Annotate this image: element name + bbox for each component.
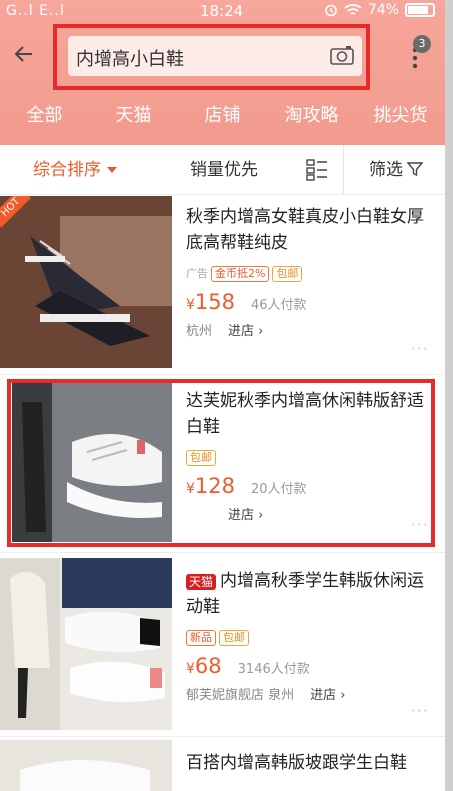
item-title-text: 内增高秋季学生韩版休闲运动鞋 xyxy=(186,571,425,617)
product-image[interactable] xyxy=(0,558,172,730)
status-icons: 74% xyxy=(324,2,435,18)
coin-tag: 金币抵2% xyxy=(211,266,270,282)
shop-location: 郁芙妮旗舰店 泉州 xyxy=(186,688,295,703)
free-shipping-tag: 包邮 xyxy=(272,266,303,282)
wifi-icon xyxy=(344,4,362,15)
item-title[interactable]: 百搭内增高韩版坡跟学生白鞋 xyxy=(186,750,437,776)
item-info: 天猫 内增高秋季学生韩版休闲运动鞋 新品 包邮 ¥ 68 3146人付款 郁芙妮旗… xyxy=(186,558,437,703)
arrow-left-icon xyxy=(14,46,32,62)
alarm-icon xyxy=(325,4,337,17)
item-tags: 广告 金币抵2% 包邮 xyxy=(186,266,437,282)
location-row: 郁芙妮旗舰店 泉州 进店 › xyxy=(186,684,437,703)
sort-divider xyxy=(343,145,344,195)
list-item[interactable]: 百搭内增高韩版坡跟学生白鞋 xyxy=(0,740,445,791)
shoe-photo xyxy=(0,740,172,791)
tab-tmall[interactable]: 天猫 xyxy=(89,88,178,144)
filter-label: 筛选 xyxy=(369,160,403,180)
enter-shop-link[interactable]: 进店 › xyxy=(310,684,345,703)
filter-button[interactable]: 筛选 xyxy=(369,145,423,195)
tab-guides[interactable]: 淘攻略 xyxy=(267,88,356,144)
list-view-icon[interactable] xyxy=(306,159,328,181)
currency-symbol: ¥ xyxy=(186,297,195,313)
item-info: 百搭内增高韩版坡跟学生白鞋 xyxy=(186,740,437,776)
search-input[interactable]: 内增高小白鞋 xyxy=(68,36,362,76)
more-dots-icon[interactable]: ··· xyxy=(411,339,429,358)
price-row: ¥ 68 3146人付款 xyxy=(186,654,437,678)
location-row: 杭州 进店 › xyxy=(186,320,437,339)
notification-badge: 3 xyxy=(413,35,431,53)
search-header: 内增高小白鞋 3 xyxy=(0,24,445,90)
search-query-text: 内增高小白鞋 xyxy=(76,49,184,70)
product-image[interactable] xyxy=(0,740,172,791)
item-info: 秋季内增高女鞋真皮小白鞋女厚底高帮鞋纯皮 广告 金币抵2% 包邮 ¥ 158 4… xyxy=(186,196,437,339)
clock: 18:24 xyxy=(200,2,244,20)
item-location: 杭州 xyxy=(186,324,213,339)
price-row: ¥ 158 46人付款 xyxy=(186,290,437,314)
shoe-photo xyxy=(0,196,172,368)
camera-icon[interactable] xyxy=(330,45,354,65)
product-image[interactable]: HOT xyxy=(0,196,172,368)
caret-down-icon xyxy=(107,167,117,173)
item-tags: 新品 包邮 xyxy=(186,630,437,646)
signal-indicator: G..l E..l xyxy=(6,3,65,19)
shoe-photo xyxy=(0,558,172,730)
item-highlight-box xyxy=(7,379,435,547)
battery-percent: 74% xyxy=(367,2,399,18)
currency-symbol: ¥ xyxy=(186,661,195,677)
filter-icon xyxy=(407,162,423,177)
tab-all[interactable]: 全部 xyxy=(0,88,89,144)
battery-icon xyxy=(405,3,435,17)
more-dots-icon[interactable]: ··· xyxy=(411,701,429,720)
sort-sales-button[interactable]: 销量优先 xyxy=(190,145,258,195)
item-price: 158 xyxy=(194,290,236,314)
new-tag: 新品 xyxy=(186,630,216,646)
paid-count: 3146人付款 xyxy=(237,662,310,677)
ad-tag: 广告 xyxy=(186,267,208,280)
category-tabs: 全部 天猫 店铺 淘攻略 挑尖货 xyxy=(0,88,445,144)
sort-default-label: 综合排序 xyxy=(33,160,101,180)
list-item[interactable]: 天猫 内增高秋季学生韩版休闲运动鞋 新品 包邮 ¥ 68 3146人付款 郁芙妮旗… xyxy=(0,558,445,734)
item-price: 68 xyxy=(194,654,222,678)
item-divider xyxy=(0,736,445,737)
sort-bar: 综合排序 销量优先 筛选 xyxy=(0,145,445,195)
enter-shop-link[interactable]: 进店 › xyxy=(228,320,263,339)
status-bar: G..l E..l 18:24 74% xyxy=(0,0,445,24)
tab-shops[interactable]: 店铺 xyxy=(178,88,267,144)
sort-default-button[interactable]: 综合排序 xyxy=(33,145,117,195)
item-divider xyxy=(0,552,445,553)
background-edge xyxy=(445,0,453,791)
list-item[interactable]: HOT 秋季内增高女鞋真皮小白鞋女厚底高帮鞋纯皮 广告 金币抵2% 包邮 ¥ 1… xyxy=(0,196,445,372)
item-title[interactable]: 天猫 内增高秋季学生韩版休闲运动鞋 xyxy=(186,568,437,620)
free-shipping-tag: 包邮 xyxy=(219,630,249,646)
tmall-tag: 天猫 xyxy=(186,574,217,590)
item-title[interactable]: 秋季内增高女鞋真皮小白鞋女厚底高帮鞋纯皮 xyxy=(186,204,437,256)
item-divider xyxy=(0,374,445,375)
back-button[interactable] xyxy=(12,42,42,72)
paid-count: 46人付款 xyxy=(251,298,307,313)
tab-premium[interactable]: 挑尖货 xyxy=(356,88,445,144)
